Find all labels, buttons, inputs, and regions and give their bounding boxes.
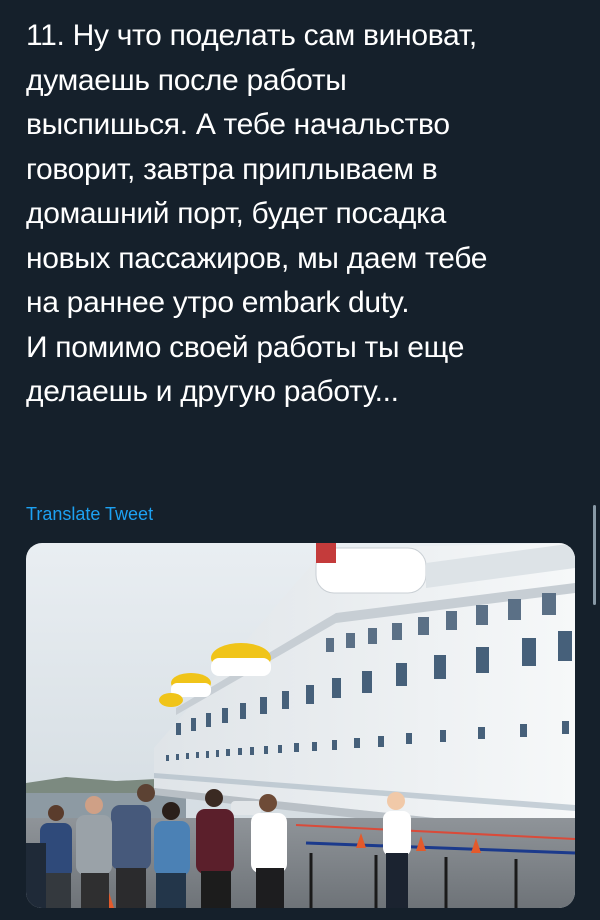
tweet-text-line: на раннее утро embark duty.	[26, 286, 410, 319]
tweet-text-line: новых пассажиров, мы даем тебе	[26, 241, 488, 275]
tweet-photo[interactable]	[26, 543, 575, 908]
tweet-text-line: 11. Ну что поделать сам виноват,	[26, 19, 477, 52]
scrollbar[interactable]	[593, 505, 596, 605]
tweet-text: 11. Ну что поделать сам виноват, думаешь…	[26, 14, 576, 415]
tweet-text-line: делаешь и другую работу...	[26, 375, 399, 408]
tweet-text-line: говорит, завтра приплываем в	[26, 152, 438, 186]
cruise-ship-photo	[26, 543, 575, 908]
tweet-text-line: И помимо своей работы ты еще	[26, 330, 465, 364]
tweet-text-line: думаешь после работы	[26, 63, 347, 97]
tweet-text-line: домашний порт, будет посадка	[26, 197, 447, 230]
tweet-text-line: выспишься. А тебе начальство	[26, 108, 450, 141]
translate-tweet-link[interactable]: Translate Tweet	[26, 504, 153, 525]
